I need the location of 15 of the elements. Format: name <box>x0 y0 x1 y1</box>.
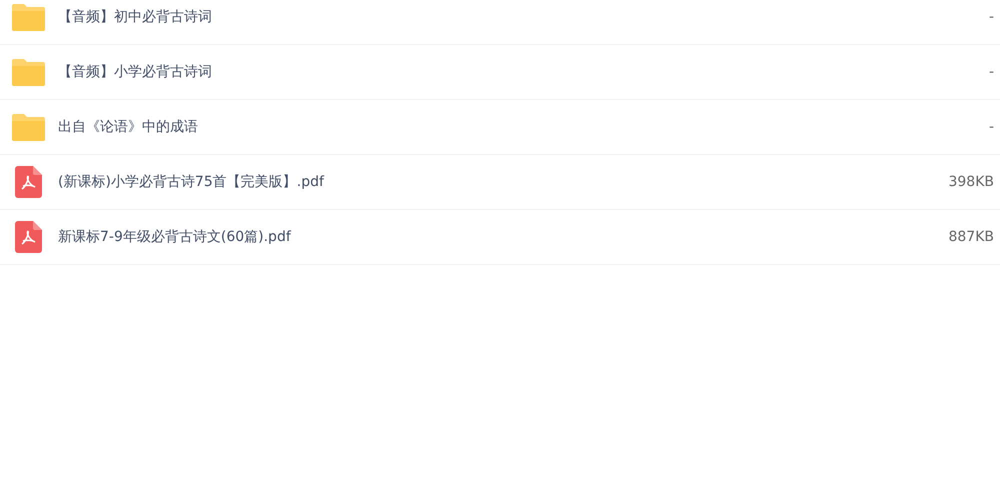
file-name[interactable]: (新课标)小学必背古诗75首【完美版】.pdf <box>58 173 874 191</box>
folder-icon <box>12 114 44 140</box>
file-name[interactable]: 出自《论语》中的成语 <box>58 118 874 136</box>
file-size: - <box>988 64 995 80</box>
file-name[interactable]: 新课标7-9年级必背古诗文(60篇).pdf <box>58 228 874 246</box>
folder-icon <box>12 58 44 86</box>
pdf-icon <box>14 221 42 253</box>
folder-icon <box>12 4 44 30</box>
pdf-icon <box>14 166 42 198</box>
file-size: 398KB <box>947 174 995 190</box>
file-size: - <box>988 9 995 25</box>
file-size: - <box>988 119 995 135</box>
file-name[interactable]: 【音频】小学必背古诗词 <box>58 63 874 81</box>
file-name[interactable]: 【音频】初中必背古诗词 <box>58 8 874 26</box>
file-size: 887KB <box>947 229 995 245</box>
